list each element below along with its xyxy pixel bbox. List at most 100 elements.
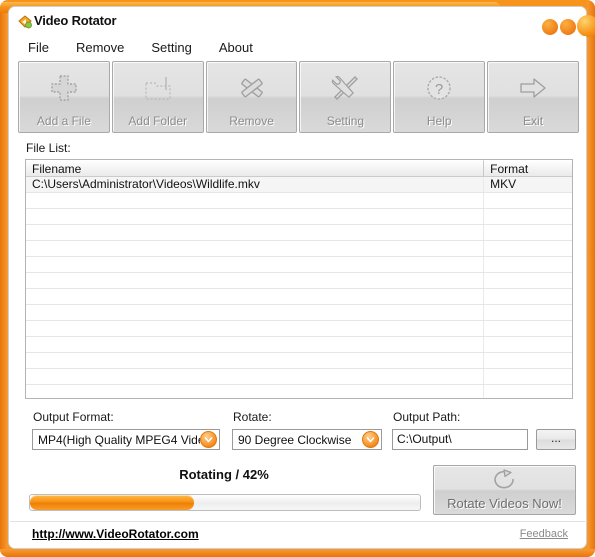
cell-format bbox=[484, 289, 572, 304]
add-file-icon bbox=[19, 62, 109, 114]
cell-format bbox=[484, 321, 572, 336]
cell-format bbox=[484, 257, 572, 272]
cell-format bbox=[484, 385, 572, 398]
table-row-empty[interactable] bbox=[26, 241, 572, 257]
chevron-down-icon[interactable] bbox=[362, 431, 379, 448]
window-client-area: Video Rotator File Remove Setting About … bbox=[8, 6, 595, 549]
column-header-format[interactable]: Format bbox=[484, 160, 572, 176]
table-row-empty[interactable] bbox=[26, 353, 572, 369]
cell-filename bbox=[26, 369, 485, 384]
add-a-file-label: Add a File bbox=[36, 114, 91, 128]
remove-button[interactable]: Remove bbox=[205, 61, 298, 133]
menu-item-about[interactable]: About bbox=[216, 39, 256, 56]
file-list-empty-rows bbox=[26, 193, 572, 398]
table-row-empty[interactable] bbox=[26, 193, 572, 209]
remove-x-icon bbox=[207, 62, 297, 114]
cell-filename bbox=[26, 193, 485, 208]
footer-divider bbox=[10, 521, 587, 522]
settings-tools-icon bbox=[300, 62, 390, 114]
cell-format bbox=[484, 225, 572, 240]
window-border-left bbox=[0, 0, 8, 557]
menu-item-remove[interactable]: Remove bbox=[73, 39, 127, 56]
column-header-filename[interactable]: Filename bbox=[26, 160, 485, 176]
exit-button[interactable]: Exit bbox=[487, 61, 579, 133]
website-link[interactable]: http://www.VideoRotator.com bbox=[32, 527, 199, 541]
app-logo-icon bbox=[18, 15, 32, 29]
file-list-header: Filename Format bbox=[26, 160, 572, 177]
menu-bar: File Remove Setting About bbox=[9, 36, 586, 59]
setting-button[interactable]: Setting bbox=[299, 61, 392, 133]
cell-format bbox=[484, 241, 572, 256]
file-list-body: C:\Users\Administrator\Videos\Wildlife.m… bbox=[26, 177, 572, 398]
minimize-button[interactable] bbox=[542, 19, 558, 35]
table-row-empty[interactable] bbox=[26, 337, 572, 353]
add-folder-icon bbox=[113, 62, 203, 114]
rotate-value: 90 Degree Clockwise bbox=[238, 432, 352, 447]
cell-format bbox=[484, 337, 572, 352]
table-row-empty[interactable] bbox=[26, 225, 572, 241]
cell-filename bbox=[26, 241, 485, 256]
cell-format bbox=[484, 353, 572, 368]
cell-filename bbox=[26, 337, 485, 352]
menu-item-file[interactable]: File bbox=[25, 39, 52, 56]
cell-filename bbox=[26, 305, 485, 320]
cell-format bbox=[484, 209, 572, 224]
feedback-link[interactable]: Feedback bbox=[520, 528, 568, 540]
table-row-empty[interactable] bbox=[26, 273, 572, 289]
window-border-right bbox=[587, 0, 595, 557]
cell-format bbox=[484, 193, 572, 208]
cell-filename bbox=[26, 321, 485, 336]
rotate-label: Rotate: bbox=[233, 410, 272, 424]
help-button[interactable]: ? Help bbox=[393, 61, 486, 133]
browse-output-path-button[interactable]: ... bbox=[536, 429, 576, 450]
rotate-select[interactable]: 90 Degree Clockwise bbox=[232, 429, 382, 450]
cell-format bbox=[484, 273, 572, 288]
setting-label: Setting bbox=[326, 114, 365, 128]
maximize-button[interactable] bbox=[560, 19, 576, 35]
progress-bar-fill bbox=[30, 495, 194, 510]
table-row-empty[interactable] bbox=[26, 289, 572, 305]
rotate-videos-now-label: Rotate Videos Now! bbox=[447, 496, 562, 511]
table-row[interactable]: C:\Users\Administrator\Videos\Wildlife.m… bbox=[26, 177, 572, 193]
cell-format bbox=[484, 369, 572, 384]
output-format-select[interactable]: MP4(High Quality MPEG4 Vide bbox=[32, 429, 220, 450]
output-path-input[interactable]: C:\Output\ bbox=[392, 429, 528, 450]
title-bar: Video Rotator bbox=[9, 7, 595, 37]
chevron-down-icon[interactable] bbox=[200, 431, 217, 448]
cell-format: MKV bbox=[490, 177, 517, 191]
help-label: Help bbox=[426, 114, 452, 128]
cell-format bbox=[484, 305, 572, 320]
table-row-empty[interactable] bbox=[26, 321, 572, 337]
cell-filename bbox=[26, 353, 485, 368]
exit-arrow-icon bbox=[488, 62, 578, 114]
table-row-empty[interactable] bbox=[26, 385, 572, 398]
menu-item-setting[interactable]: Setting bbox=[148, 39, 194, 56]
svg-text:?: ? bbox=[435, 81, 443, 98]
rotate-circular-arrow-icon bbox=[434, 466, 575, 496]
table-row-empty[interactable] bbox=[26, 369, 572, 385]
table-row-empty[interactable] bbox=[26, 305, 572, 321]
progress-status-text: Rotating / 42% bbox=[179, 467, 269, 482]
cell-filename bbox=[26, 273, 485, 288]
window-title: Video Rotator bbox=[34, 13, 117, 28]
cell-filename bbox=[26, 209, 485, 224]
output-format-value: MP4(High Quality MPEG4 Vide bbox=[38, 432, 200, 447]
exit-label: Exit bbox=[523, 114, 544, 128]
close-button[interactable] bbox=[577, 15, 595, 37]
add-folder-button[interactable]: Add Folder bbox=[111, 61, 204, 133]
window-border-bottom bbox=[0, 549, 595, 557]
file-list-panel[interactable]: Filename Format C:\Users\Administrator\V… bbox=[25, 159, 573, 399]
toolbar: Add a File Add Folder Remove Setting ? H… bbox=[18, 61, 579, 133]
file-list-label: File List: bbox=[26, 141, 71, 155]
table-row-empty[interactable] bbox=[26, 209, 572, 225]
add-a-file-button[interactable]: Add a File bbox=[18, 61, 110, 133]
cell-filename bbox=[26, 385, 485, 398]
add-folder-label: Add Folder bbox=[128, 114, 188, 128]
remove-label: Remove bbox=[229, 114, 274, 128]
output-format-label: Output Format: bbox=[33, 410, 114, 424]
output-path-label: Output Path: bbox=[393, 410, 461, 424]
table-row-empty[interactable] bbox=[26, 257, 572, 273]
rotate-videos-now-button[interactable]: Rotate Videos Now! bbox=[433, 465, 576, 515]
cell-filename bbox=[26, 225, 485, 240]
cell-filename bbox=[26, 289, 485, 304]
